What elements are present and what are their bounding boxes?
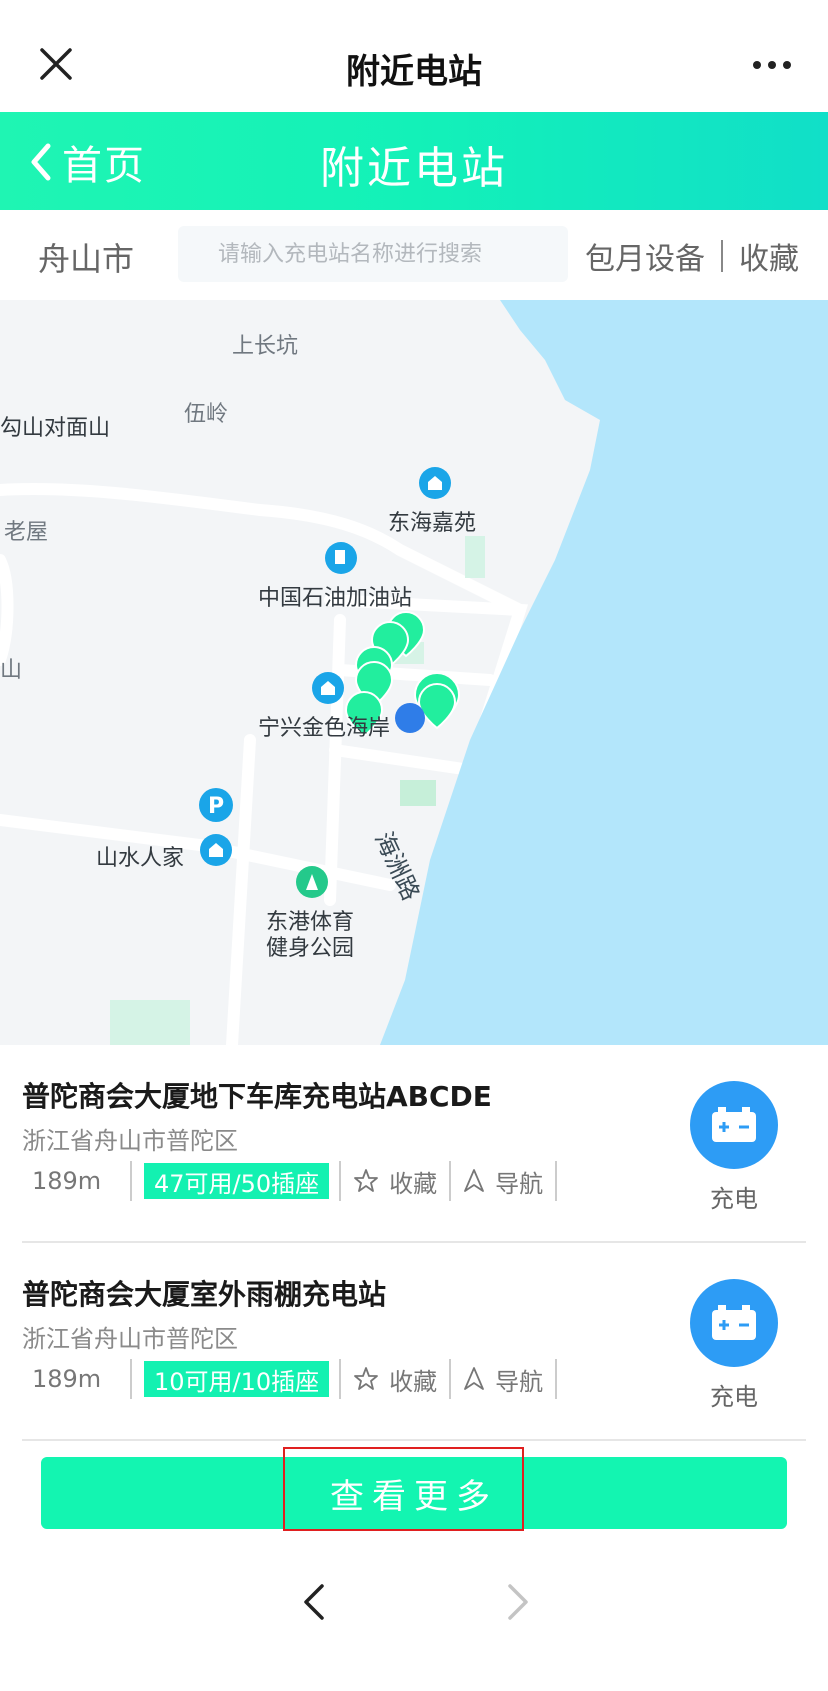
right-links: 包月设备 收藏 (585, 234, 799, 278)
map-label: 中国石油加油站 (258, 586, 413, 611)
map-label: 勾山对面山 (0, 416, 111, 441)
station-name: 普陀商会大厦地下车库充电站ABCDE (22, 1080, 492, 1113)
favorites-link[interactable]: 收藏 (739, 234, 799, 278)
map-view[interactable]: P 上长坑 伍岭 勾山对面山 老屋 山 东海嘉苑 中国石油加油站 宁兴金色海岸 … (0, 300, 828, 1045)
link-separator (721, 240, 723, 272)
navigate-button[interactable]: 导航 (451, 1164, 555, 1199)
chevron-right-icon (508, 1584, 528, 1620)
favorite-button[interactable]: 收藏 (341, 1164, 449, 1199)
map-label: 宁兴金色海岸 (258, 716, 391, 741)
meta-separator (555, 1359, 558, 1399)
favorite-button[interactable]: 收藏 (341, 1362, 449, 1397)
station-address: 浙江省舟山市普陀区 (22, 1325, 238, 1353)
map-label: 东海嘉苑 (388, 511, 477, 536)
svg-text:P: P (208, 794, 224, 819)
map-label: 老屋 (4, 520, 49, 545)
map-label: 伍岭 (184, 402, 229, 427)
map-canvas[interactable]: P (0, 300, 828, 1045)
availability-badge: 47可用/50插座 (144, 1163, 330, 1199)
favorite-label: 收藏 (389, 1367, 438, 1396)
charge-label: 充电 (710, 1383, 758, 1411)
list-divider (22, 1439, 806, 1441)
map-label: 山水人家 (96, 846, 185, 871)
app-header: 首页 附近电站 (0, 112, 828, 210)
charge-button[interactable]: 充电 (690, 1279, 778, 1412)
charge-button-circle (690, 1279, 778, 1367)
charge-label: 充电 (710, 1185, 758, 1213)
station-name: 普陀商会大厦室外雨棚充电站 (22, 1278, 387, 1311)
meta-separator (130, 1359, 132, 1399)
highlight-box (283, 1447, 524, 1531)
favorite-label: 收藏 (389, 1169, 438, 1198)
station-list-item[interactable]: 普陀商会大厦地下车库充电站ABCDE 浙江省舟山市普陀区 189m 47可用/5… (0, 1045, 828, 1243)
star-icon (354, 1367, 379, 1390)
star-icon (354, 1169, 379, 1192)
station-meta: 189m 10可用/10插座 收藏 导航 (22, 1357, 558, 1401)
station-list-item[interactable]: 普陀商会大厦室外雨棚充电站 浙江省舟山市普陀区 189m 10可用/10插座 收… (0, 1243, 828, 1441)
monthly-devices-link[interactable]: 包月设备 (585, 234, 705, 278)
more-button[interactable] (750, 50, 794, 80)
battery-icon (712, 1305, 756, 1340)
meta-separator (555, 1161, 558, 1201)
station-distance: 189m (32, 1365, 102, 1393)
station-address: 浙江省舟山市普陀区 (22, 1127, 238, 1155)
battery-icon (712, 1107, 756, 1142)
map-label: 上长坑 (232, 334, 299, 359)
meta-separator (130, 1161, 132, 1201)
navigate-button[interactable]: 导航 (451, 1362, 555, 1397)
page-forward-button[interactable] (500, 1580, 536, 1624)
search-row: 舟山市 包月设备 收藏 (0, 210, 828, 300)
page-back-button[interactable] (296, 1580, 332, 1624)
map-label: 山 (0, 658, 23, 683)
navigation-icon (464, 1169, 485, 1192)
chevron-left-icon (304, 1584, 324, 1620)
charge-button-circle (690, 1081, 778, 1169)
navigate-label: 导航 (495, 1169, 544, 1198)
availability-badge: 10可用/10插座 (144, 1361, 330, 1397)
navigate-label: 导航 (495, 1367, 544, 1396)
window-title: 附近电站 (346, 52, 482, 92)
map-label: 健身公园 (266, 936, 355, 961)
station-distance: 189m (32, 1167, 102, 1195)
city-selector[interactable]: 舟山市 (38, 234, 134, 280)
charge-button[interactable]: 充电 (690, 1081, 778, 1214)
page-title: 附近电站 (320, 143, 508, 194)
station-meta: 189m 47可用/50插座 收藏 导航 (22, 1159, 558, 1203)
navigation-icon (464, 1367, 485, 1390)
search-input[interactable] (178, 226, 568, 282)
window-bar: 附近电站 (0, 0, 828, 112)
more-horizontal-icon (753, 61, 791, 69)
